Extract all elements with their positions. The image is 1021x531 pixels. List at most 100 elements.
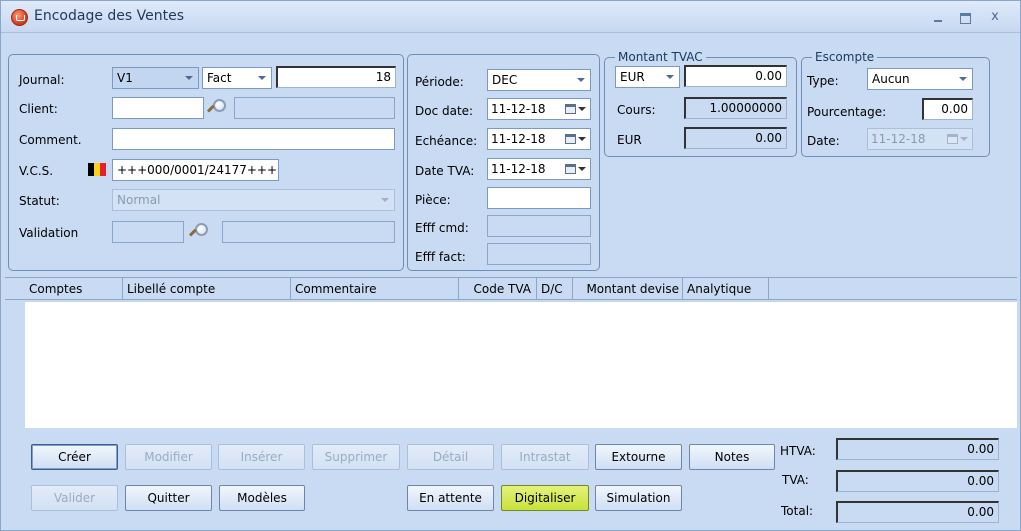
statut-select: Normal (112, 189, 395, 211)
inserer-button: Insérer (218, 444, 305, 470)
currency-value: EUR (620, 70, 645, 84)
datetva-value: 11-12-18 (491, 162, 546, 176)
docdate-picker[interactable]: 11-12-18 (487, 98, 591, 120)
col-montant-devise[interactable]: Montant devise (573, 278, 683, 300)
datetva-picker[interactable]: 11-12-18 (487, 158, 591, 180)
type-select[interactable]: Fact (202, 67, 272, 89)
pourcentage-label: Pourcentage: (807, 105, 887, 119)
validation-name-field (222, 221, 395, 243)
type-value: Fact (207, 71, 232, 85)
tva-field: 0.00 (836, 470, 999, 492)
docdate-label: Doc date: (415, 104, 474, 118)
simulation-button[interactable]: Simulation (595, 485, 682, 511)
validation-search-icon[interactable] (189, 222, 208, 240)
journal-select[interactable]: V1 (112, 67, 199, 89)
chevron-down-icon (666, 75, 674, 79)
client-search-icon[interactable] (207, 98, 226, 116)
efffact-field (487, 243, 591, 265)
piece-field[interactable] (487, 187, 591, 209)
tva-label: TVA: (782, 473, 809, 487)
vcs-field[interactable]: +++000/0001/24177+++ (112, 159, 279, 181)
montant-legend: Montant TVAC (615, 50, 706, 64)
cours-label: Cours: (617, 103, 656, 117)
journal-label: Journal: (19, 73, 65, 87)
validation-field (112, 221, 184, 243)
modeles-button[interactable]: Modèles (219, 485, 305, 511)
periode-value: DEC (492, 73, 518, 87)
htva-field: 0.00 (836, 438, 999, 460)
modifier-button: Modifier (125, 444, 212, 470)
statut-label: Statut: (19, 194, 60, 208)
amount-field[interactable]: 0.00 (684, 65, 787, 87)
htva-label: HTVA: (780, 444, 816, 458)
col-commentaire[interactable]: Commentaire (291, 278, 459, 300)
document-number-field[interactable]: 18 (276, 66, 396, 88)
periode-label: Période: (415, 75, 464, 89)
escompte-date-picker: 11-12-18 (867, 128, 973, 150)
journal-value: V1 (117, 71, 133, 85)
statut-value: Normal (117, 193, 161, 207)
calendar-icon (947, 134, 958, 144)
total-field: 0.00 (836, 501, 999, 523)
title-bar: Encodage des Ventes x (1, 1, 1020, 33)
col-libelle-compte[interactable]: Libellé compte (123, 278, 291, 300)
echeance-label: Echéance: (415, 134, 478, 148)
chevron-down-icon (381, 198, 389, 202)
escompte-type-label: Type: (807, 74, 839, 88)
notes-button[interactable]: Notes (689, 444, 775, 470)
col-analytique[interactable]: Analytique (683, 278, 769, 300)
eur-field: 0.00 (684, 127, 787, 149)
total-label: Total: (781, 504, 814, 518)
creer-button[interactable]: Créer (31, 444, 118, 470)
periode-select[interactable]: DEC (487, 69, 591, 91)
chevron-down-icon (185, 76, 193, 80)
sales-entry-window: Encodage des Ventes x Journal: V1 Fact 1… (0, 0, 1021, 531)
col-dc[interactable]: D/C (537, 278, 573, 300)
echeance-value: 11-12-18 (491, 132, 546, 146)
escompte-legend: Escompte (812, 50, 878, 64)
lines-grid-header: Comptes Libellé compte Commentaire Code … (5, 277, 1017, 300)
chevron-down-icon (960, 137, 968, 141)
client-field[interactable] (112, 97, 204, 119)
piece-label: Pièce: (415, 193, 451, 207)
shopping-cart-icon (11, 9, 28, 26)
chevron-down-icon (578, 137, 586, 141)
en-attente-button[interactable]: En attente (407, 485, 494, 511)
pourcentage-field[interactable]: 0.00 (922, 98, 973, 120)
lines-grid[interactable] (25, 301, 1017, 428)
escompte-date-label: Date: (807, 134, 840, 148)
echeance-picker[interactable]: 11-12-18 (487, 128, 591, 150)
effcmd-field (487, 215, 591, 237)
client-label: Client: (19, 102, 58, 116)
extourne-button[interactable]: Extourne (595, 444, 682, 470)
col-code-tva[interactable]: Code TVA (459, 278, 537, 300)
calendar-icon (565, 134, 576, 144)
cours-field: 1.00000000 (684, 97, 787, 119)
escompte-type-select[interactable]: Aucun (867, 68, 973, 90)
escompte-date-value: 11-12-18 (871, 132, 926, 146)
comment-label: Comment. (19, 133, 82, 147)
supprimer-button: Supprimer (312, 444, 400, 470)
effcmd-label: Efff cmd: (415, 221, 469, 235)
intrastat-button: Intrastat (501, 444, 589, 470)
eur-label: EUR (617, 133, 642, 147)
vcs-label: V.C.S. (19, 164, 54, 178)
quitter-button[interactable]: Quitter (125, 485, 212, 511)
maximize-button[interactable] (957, 10, 973, 24)
col-comptes[interactable]: Comptes (25, 278, 123, 300)
digitaliser-button[interactable]: Digitaliser (501, 485, 589, 511)
comment-field[interactable] (112, 128, 395, 150)
efffact-label: Efff fact: (415, 250, 466, 264)
chevron-down-icon (258, 76, 266, 80)
validation-label: Validation (19, 226, 79, 240)
belgium-flag-icon (88, 163, 106, 176)
valider-button: Valider (31, 485, 118, 511)
chevron-down-icon (578, 167, 586, 171)
window-title: Encodage des Ventes (34, 8, 185, 24)
chevron-down-icon (578, 107, 586, 111)
chevron-down-icon (577, 78, 585, 82)
escompte-type-value: Aucun (872, 72, 910, 86)
close-button[interactable]: x (987, 10, 1003, 24)
minimize-button[interactable] (930, 10, 946, 24)
currency-select[interactable]: EUR (615, 66, 680, 88)
